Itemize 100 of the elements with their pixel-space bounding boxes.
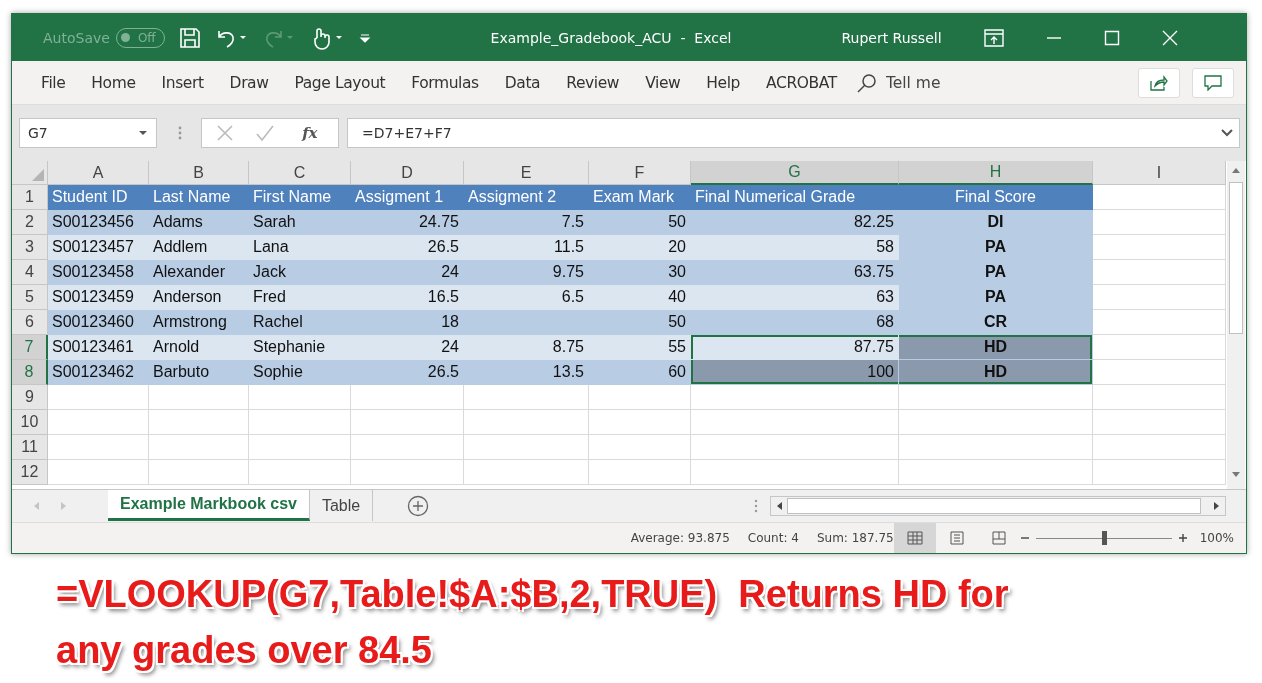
row-header[interactable]: 9: [12, 385, 48, 410]
scroll-left-icon[interactable]: [775, 501, 783, 511]
ribbon-tab[interactable]: Draw: [216, 73, 282, 92]
scroll-down-icon[interactable]: [1231, 471, 1241, 479]
empty-cell[interactable]: [464, 410, 589, 435]
table-cell[interactable]: S00123456: [48, 210, 149, 235]
table-header-cell[interactable]: Final Score: [899, 185, 1093, 210]
table-cell[interactable]: 26.5: [351, 360, 464, 385]
table-cell[interactable]: PA: [899, 260, 1093, 285]
column-header[interactable]: A: [48, 161, 149, 185]
ribbon-tab[interactable]: File: [28, 73, 79, 92]
table-cell[interactable]: S00123460: [48, 310, 149, 335]
row-header[interactable]: 12: [12, 460, 48, 485]
empty-cell[interactable]: [351, 460, 464, 485]
column-header[interactable]: H: [899, 161, 1093, 185]
empty-cell[interactable]: [249, 435, 351, 460]
empty-cell[interactable]: [899, 460, 1093, 485]
scroll-right-icon[interactable]: [1213, 501, 1221, 511]
empty-cell[interactable]: [899, 410, 1093, 435]
row-header[interactable]: 8: [12, 360, 48, 385]
table-cell[interactable]: 16.5: [351, 285, 464, 310]
table-cell[interactable]: 87.75: [691, 335, 899, 360]
save-icon[interactable]: [178, 26, 201, 49]
table-cell[interactable]: S00123458: [48, 260, 149, 285]
table-cell[interactable]: 30: [589, 260, 691, 285]
add-sheet-icon[interactable]: [407, 495, 430, 517]
table-cell[interactable]: Anderson: [149, 285, 249, 310]
ribbon-tab[interactable]: Insert: [148, 73, 217, 92]
share-button[interactable]: [1138, 67, 1180, 98]
table-header-cell[interactable]: Last Name: [149, 185, 249, 210]
empty-cell[interactable]: [589, 385, 691, 410]
ribbon-tab[interactable]: Home: [78, 73, 149, 92]
table-cell[interactable]: Armstrong: [149, 310, 249, 335]
empty-cell[interactable]: [464, 435, 589, 460]
ribbon-display-icon[interactable]: [983, 28, 1004, 47]
empty-cell[interactable]: [351, 410, 464, 435]
empty-cell[interactable]: [1093, 460, 1226, 485]
empty-cell[interactable]: [149, 435, 249, 460]
table-cell[interactable]: HD: [899, 360, 1093, 385]
zoom-thumb[interactable]: [1101, 531, 1107, 545]
insert-function-button[interactable]: fx: [296, 123, 324, 143]
row-header[interactable]: 10: [12, 410, 48, 435]
column-header[interactable]: I: [1093, 161, 1226, 185]
empty-cell[interactable]: [589, 435, 691, 460]
table-cell[interactable]: Arnold: [149, 335, 249, 360]
empty-cell[interactable]: [691, 410, 899, 435]
column-header[interactable]: E: [464, 161, 589, 185]
table-cell[interactable]: 50: [589, 210, 691, 235]
empty-cell[interactable]: [1093, 385, 1226, 410]
expand-icon[interactable]: [1221, 129, 1233, 137]
empty-cell[interactable]: [464, 460, 589, 485]
column-header[interactable]: F: [589, 161, 691, 185]
ribbon-tab[interactable]: ACROBAT: [753, 73, 850, 92]
empty-cell[interactable]: [149, 460, 249, 485]
sheet-tab[interactable]: Table: [309, 490, 374, 521]
empty-cell[interactable]: [351, 435, 464, 460]
name-box[interactable]: G7: [19, 118, 157, 148]
grid-view-button[interactable]: [893, 523, 936, 553]
table-cell[interactable]: 100: [691, 360, 899, 385]
table-cell[interactable]: 55: [589, 335, 691, 360]
row-header[interactable]: 1: [12, 185, 48, 210]
table-cell[interactable]: Sarah: [249, 210, 351, 235]
table-cell[interactable]: Barbuto: [149, 360, 249, 385]
empty-cell[interactable]: [1093, 410, 1226, 435]
table-cell[interactable]: HD: [899, 335, 1093, 360]
table-cell[interactable]: 6.5: [464, 285, 589, 310]
empty-cell[interactable]: [249, 410, 351, 435]
empty-cell[interactable]: [351, 385, 464, 410]
table-cell[interactable]: 13.5: [464, 360, 589, 385]
close-icon[interactable]: [1161, 29, 1178, 46]
table-cell[interactable]: PA: [899, 235, 1093, 260]
row-header[interactable]: 4: [12, 260, 48, 285]
table-header-cell[interactable]: Assigment 1: [351, 185, 464, 210]
user-name[interactable]: Rupert Russell: [841, 29, 942, 46]
empty-cell[interactable]: [1093, 435, 1226, 460]
empty-cell[interactable]: [149, 410, 249, 435]
table-cell[interactable]: 8.75: [464, 335, 589, 360]
ribbon-tab[interactable]: Formulas: [398, 73, 492, 92]
vertical-scrollbar[interactable]: [1227, 161, 1245, 489]
table-cell[interactable]: Lana: [249, 235, 351, 260]
table-cell[interactable]: S00123457: [48, 235, 149, 260]
row-header[interactable]: 2: [12, 210, 48, 235]
row-header[interactable]: 11: [12, 435, 48, 460]
maximize-icon[interactable]: [1103, 29, 1120, 46]
table-cell[interactable]: 24.75: [351, 210, 464, 235]
table-cell[interactable]: Fred: [249, 285, 351, 310]
table-cell[interactable]: 82.25: [691, 210, 899, 235]
formula-field[interactable]: =D7+E7+F7: [347, 118, 1240, 148]
table-cell[interactable]: S00123462: [48, 360, 149, 385]
tell-me-field[interactable]: Tell me: [883, 72, 968, 93]
empty-cell[interactable]: [899, 385, 1093, 410]
table-cell[interactable]: 68: [691, 310, 899, 335]
sheet-tab[interactable]: Example Markbook csv: [108, 490, 310, 521]
table-cell[interactable]: 63: [691, 285, 899, 310]
empty-cell[interactable]: [249, 385, 351, 410]
empty-cell[interactable]: [691, 435, 899, 460]
table-cell[interactable]: Stephanie: [249, 335, 351, 360]
table-cell[interactable]: Alexander: [149, 260, 249, 285]
table-cell[interactable]: S00123461: [48, 335, 149, 360]
empty-cell[interactable]: [589, 410, 691, 435]
